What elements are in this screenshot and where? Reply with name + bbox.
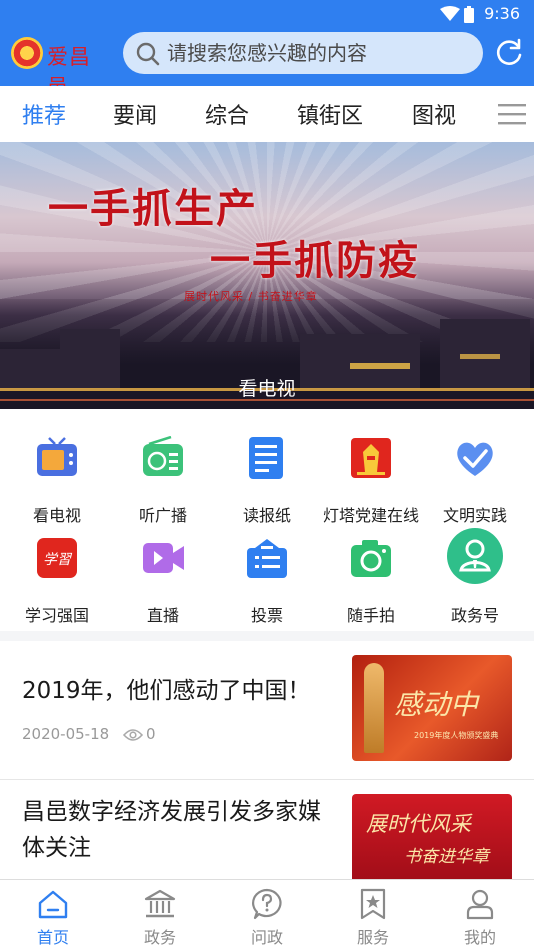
user-icon bbox=[466, 889, 494, 920]
nav-inquiry[interactable]: 问政 bbox=[214, 880, 320, 949]
nav-home[interactable]: 首页 bbox=[0, 880, 106, 949]
news-item[interactable]: 2019年，他们感动了中国！ 2020-05-18 0 感动中 2019年度人物… bbox=[0, 641, 534, 779]
service-grid: 看电视 听广播 读报纸 灯塔党建在线 文明实践 学習 学习强国 直播 投票 随手… bbox=[0, 409, 534, 631]
banner-headline-2: 一手抓防疫 bbox=[210, 237, 420, 284]
nav-label: 我的 bbox=[463, 928, 496, 947]
svg-text:学習: 学習 bbox=[43, 552, 73, 568]
service-lighthouse[interactable]: 灯塔党建在线 bbox=[318, 436, 424, 532]
government-icon bbox=[144, 889, 176, 918]
banner-headline-1: 一手抓生产 bbox=[48, 185, 258, 232]
battery-icon bbox=[464, 6, 474, 23]
nav-government[interactable]: 政务 bbox=[107, 880, 213, 949]
service-label: 学习强国 bbox=[24, 606, 89, 625]
bookmark-star-icon bbox=[360, 888, 386, 920]
service-label: 灯塔党建在线 bbox=[322, 506, 419, 525]
service-civilization[interactable]: 文明实践 bbox=[422, 436, 528, 532]
thumb-text-2: 书奋进华章 bbox=[404, 847, 489, 867]
banner-carousel[interactable]: 一手抓生产 一手抓防疫 展时代风采 / 书奋进华章 看电视 bbox=[0, 142, 534, 409]
service-label: 政务号 bbox=[450, 606, 499, 625]
trophy-image bbox=[364, 663, 384, 753]
service-snapshot[interactable]: 随手拍 bbox=[318, 536, 424, 632]
news-date: 2020-05-18 bbox=[22, 725, 110, 743]
service-label: 直播 bbox=[146, 606, 179, 625]
camera-icon bbox=[351, 540, 391, 577]
tab-headlines[interactable]: 要闻 bbox=[113, 98, 157, 130]
tab-towns[interactable]: 镇街区 bbox=[297, 98, 363, 130]
service-label: 随手拍 bbox=[346, 606, 395, 625]
radio-icon bbox=[143, 436, 183, 476]
nav-label: 首页 bbox=[36, 928, 69, 947]
category-tabs: 推荐 要闻 综合 镇街区 图视 bbox=[0, 86, 534, 142]
tab-video[interactable]: 图视 bbox=[412, 98, 456, 130]
refresh-icon[interactable] bbox=[494, 38, 524, 68]
news-list: 2019年，他们感动了中国！ 2020-05-18 0 感动中 2019年度人物… bbox=[0, 641, 534, 881]
nav-label: 服务 bbox=[356, 928, 389, 947]
service-newspaper[interactable]: 读报纸 bbox=[214, 436, 320, 532]
logo-emblem-icon bbox=[11, 37, 43, 69]
service-tv[interactable]: 看电视 bbox=[4, 436, 110, 532]
search-icon bbox=[136, 42, 160, 66]
heart-hand-icon bbox=[457, 442, 493, 476]
tv-icon bbox=[37, 437, 77, 476]
news-title: 昌邑数字经济发展引发多家媒体关注 bbox=[22, 799, 321, 861]
news-views: 0 bbox=[146, 725, 156, 743]
service-official-account[interactable]: 政务号 bbox=[422, 528, 528, 632]
banner-subtitle: 展时代风采 / 书奋进华章 bbox=[184, 290, 318, 303]
service-label: 读报纸 bbox=[242, 506, 291, 525]
search-bar[interactable] bbox=[123, 32, 483, 74]
wifi-icon bbox=[440, 6, 460, 21]
service-label: 投票 bbox=[250, 606, 283, 625]
news-thumbnail: 感动中 2019年度人物颁奖盛典 bbox=[352, 655, 512, 761]
news-title: 2019年，他们感动了中国！ bbox=[22, 678, 311, 704]
banner-caption: 看电视 bbox=[238, 378, 296, 400]
app-header: 9:36 爱昌邑 bbox=[0, 0, 534, 99]
nav-label: 问政 bbox=[250, 928, 283, 947]
home-icon bbox=[38, 890, 68, 919]
newspaper-icon bbox=[249, 437, 283, 479]
news-thumbnail: 展时代风采 书奋进华章 bbox=[352, 794, 512, 881]
nav-services[interactable]: 服务 bbox=[320, 880, 426, 949]
ballot-box-icon bbox=[247, 539, 287, 578]
official-account-icon bbox=[447, 528, 503, 584]
status-time: 9:36 bbox=[484, 4, 520, 23]
eye-icon bbox=[123, 729, 143, 741]
menu-icon[interactable] bbox=[498, 102, 526, 126]
tab-recommend[interactable]: 推荐 bbox=[22, 98, 66, 130]
nav-profile[interactable]: 我的 bbox=[427, 880, 533, 949]
nav-label: 政务 bbox=[143, 928, 176, 947]
lighthouse-icon bbox=[351, 438, 391, 478]
question-icon bbox=[252, 888, 282, 920]
service-live[interactable]: 直播 bbox=[110, 536, 216, 632]
tab-general[interactable]: 综合 bbox=[205, 98, 249, 130]
news-item[interactable]: 昌邑数字经济发展引发多家媒体关注 展时代风采 书奋进华章 bbox=[0, 780, 534, 881]
thumb-caption: 2019年度人物颁奖盛典 bbox=[414, 731, 499, 740]
service-vote[interactable]: 投票 bbox=[214, 536, 320, 632]
service-label: 文明实践 bbox=[442, 506, 507, 525]
app-logo: 爱昌邑 bbox=[11, 37, 111, 99]
service-radio[interactable]: 听广播 bbox=[110, 436, 216, 532]
xuexi-icon: 学習 bbox=[37, 538, 77, 578]
thumb-text: 感动中 bbox=[394, 688, 479, 721]
service-label: 看电视 bbox=[32, 506, 81, 525]
status-bar: 9:36 bbox=[0, 0, 534, 30]
header-bar: 爱昌邑 bbox=[0, 30, 534, 99]
search-input[interactable] bbox=[167, 32, 467, 74]
thumb-text: 展时代风采 bbox=[366, 812, 471, 836]
video-camera-icon bbox=[143, 543, 184, 573]
service-xuexi[interactable]: 学習 学习强国 bbox=[4, 536, 110, 632]
bottom-nav: 首页 政务 问政 服务 我的 bbox=[0, 879, 534, 949]
service-label: 听广播 bbox=[138, 506, 187, 525]
